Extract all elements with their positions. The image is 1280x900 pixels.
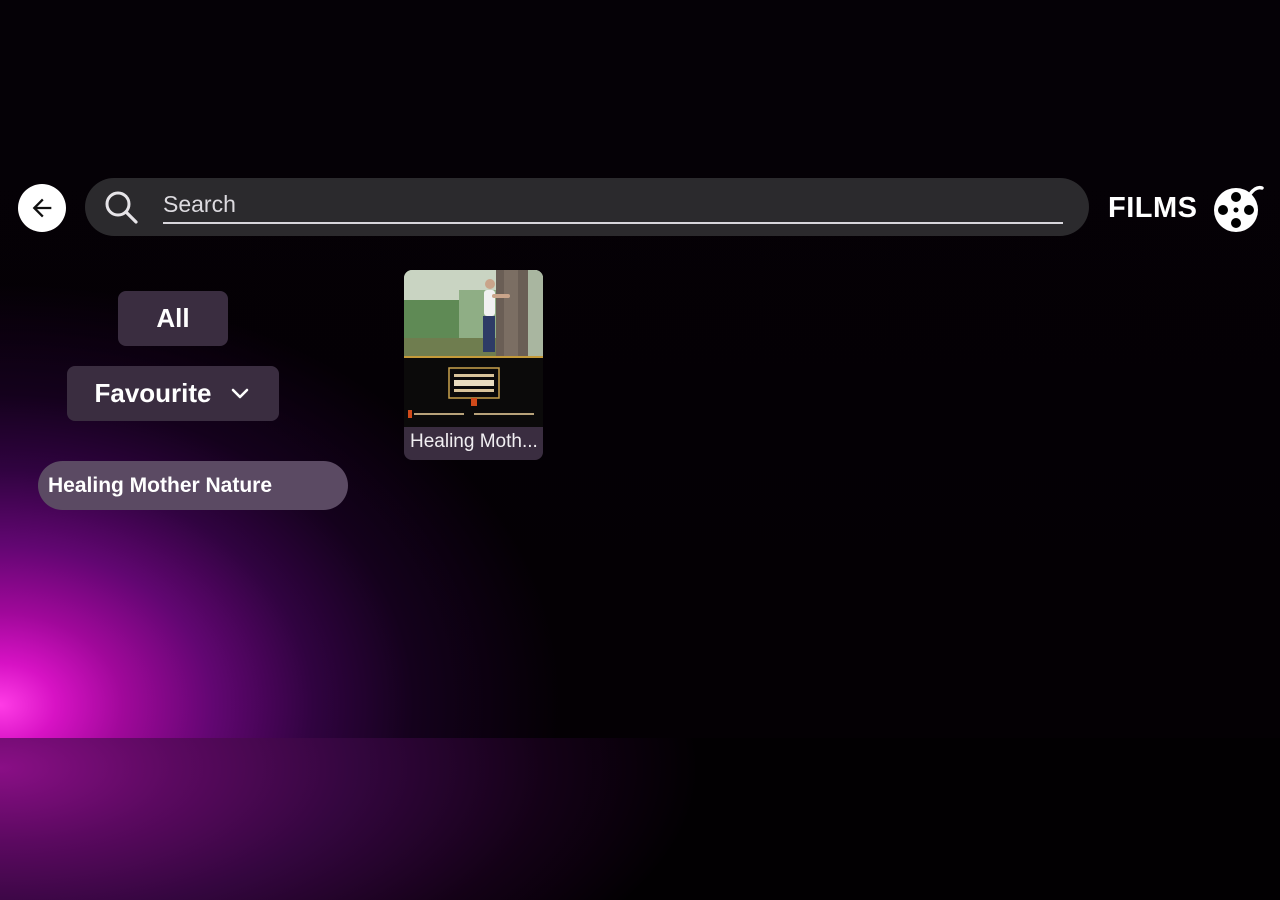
arrow-left-icon bbox=[32, 198, 52, 218]
filter-all-button[interactable]: All bbox=[118, 291, 228, 346]
film-reel-icon[interactable] bbox=[1212, 182, 1264, 234]
playlist-chip[interactable]: Healing Mother Nature bbox=[38, 461, 348, 510]
section-title: FILMS bbox=[1108, 192, 1198, 224]
chevron-down-icon bbox=[231, 388, 248, 398]
films-screen: FILMS All Favourite Healing Mother Natur… bbox=[0, 0, 1280, 900]
film-card[interactable]: Healing Moth... bbox=[404, 270, 543, 460]
back-button[interactable] bbox=[18, 184, 66, 232]
search-bar bbox=[85, 178, 1089, 236]
favourite-dropdown[interactable]: Favourite bbox=[67, 366, 279, 421]
favourite-label: Favourite bbox=[94, 378, 212, 408]
film-title: Healing Moth... bbox=[410, 431, 538, 452]
background-gradient-bottom bbox=[0, 738, 1280, 900]
playlist-label: Healing Mother Nature bbox=[48, 473, 273, 497]
film-thumbnail bbox=[404, 270, 543, 427]
search-input[interactable] bbox=[163, 186, 1063, 224]
filter-all-label: All bbox=[156, 303, 190, 333]
search-icon[interactable] bbox=[103, 189, 139, 225]
